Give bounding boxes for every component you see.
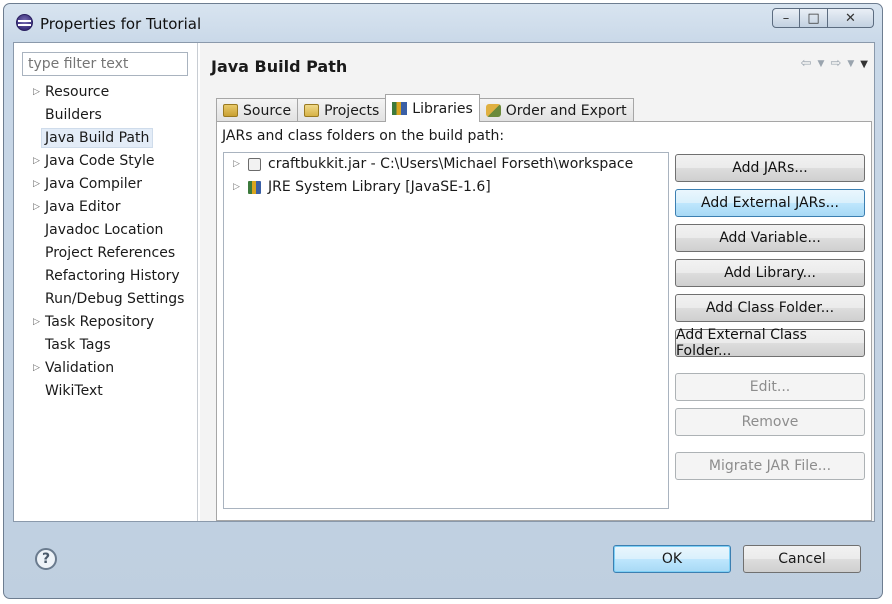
sidebar-item-task-repository[interactable]: ▷ Task Repository (14, 311, 198, 334)
libraries-tab-panel: JARs and class folders on the build path… (216, 121, 872, 521)
page-navigation: ⇦ ▼ ⇨ ▼ ▼ (801, 56, 868, 73)
page-area: Java Build Path ⇦ ▼ ⇨ ▼ ▼ Source Projects… (200, 43, 874, 521)
library-entry[interactable]: ▷ JRE System Library [JavaSE-1.6] (224, 176, 668, 199)
sidebar-item-javadoc-location[interactable]: Javadoc Location (14, 219, 198, 242)
sidebar-item-label: Task Repository (45, 314, 155, 330)
ok-button[interactable]: OK (613, 545, 731, 573)
sidebar-item-label: Refactoring History (45, 268, 180, 284)
forward-arrow-icon[interactable]: ⇨ (830, 56, 841, 73)
sidebar-item-label: Java Compiler (45, 176, 143, 192)
window-title: Properties for Tutorial (40, 15, 202, 33)
order-export-icon (485, 104, 501, 117)
expand-arrow-icon[interactable]: ▷ (33, 150, 40, 173)
sidebar-item-run-debug-settings[interactable]: Run/Debug Settings (14, 288, 198, 311)
tab-source[interactable]: Source (216, 98, 299, 122)
sidebar-item-label: Run/Debug Settings (45, 291, 185, 307)
page-title: Java Build Path (211, 57, 348, 76)
library-entry[interactable]: ▷ craftbukkit.jar - C:\Users\Michael Fors… (224, 153, 668, 176)
filter-input[interactable] (22, 52, 188, 76)
dialog-content: ▷ResourceBuildersJava Build Path▷Java Co… (13, 42, 875, 522)
tab-order-and-export[interactable]: Order and Export (478, 98, 634, 122)
tab-label: Libraries (412, 100, 473, 117)
cancel-button[interactable]: Cancel (743, 545, 861, 573)
title-bar[interactable]: Properties for Tutorial – □ ✕ (4, 4, 882, 42)
tab-libraries[interactable]: Libraries (385, 94, 480, 122)
window-controls: – □ ✕ (772, 8, 874, 28)
tab-label: Source (243, 102, 292, 119)
tab-label: Order and Export (505, 102, 627, 119)
sidebar-item-label: Project References (45, 245, 176, 261)
help-icon[interactable]: ? (35, 548, 57, 570)
sidebar-item-validation[interactable]: ▷ Validation (14, 357, 198, 380)
migrate-jar-file-button[interactable]: Migrate JAR File... (675, 452, 865, 480)
sidebar-item-java-build-path[interactable]: Java Build Path (14, 127, 198, 150)
expand-arrow-icon[interactable]: ▷ (33, 173, 40, 196)
sidebar-item-label: Resource (45, 84, 110, 100)
add-class-folder-button[interactable]: Add Class Folder... (675, 294, 865, 322)
libraries-icon (392, 102, 408, 115)
sidebar-item-java-code-style[interactable]: ▷ Java Code Style (14, 150, 198, 173)
property-pages-pane: ▷ResourceBuildersJava Build Path▷Java Co… (14, 43, 198, 521)
libraries-label: JARs and class folders on the build path… (222, 128, 505, 144)
sidebar-item-label: Javadoc Location (45, 222, 164, 238)
sidebar-item-label: Java Code Style (45, 153, 155, 169)
sidebar-item-label: Java Build Path (41, 128, 154, 148)
properties-dialog: Properties for Tutorial – □ ✕ ▷ Resource B… (3, 3, 883, 599)
projects-icon (304, 104, 320, 117)
sidebar-item-label: Builders (45, 107, 102, 123)
source-folder-icon (223, 104, 238, 117)
eclipse-icon (16, 14, 33, 31)
maximize-button[interactable]: □ (800, 8, 828, 28)
dialog-footer: ? OK Cancel (13, 523, 875, 599)
property-pages-tree: ▷ Resource Builders Java Build Path ▷ Java Co… (14, 81, 198, 403)
expand-arrow-icon[interactable]: ▷ (33, 311, 40, 334)
tab-label: Projects (324, 102, 380, 119)
view-menu-chevron-icon[interactable]: ▼ (860, 56, 868, 73)
close-button[interactable]: ✕ (828, 8, 874, 28)
expand-arrow-icon[interactable]: ▷ (33, 357, 40, 380)
sidebar-item-label: Java Editor (45, 199, 121, 215)
add-variable-button[interactable]: Add Variable... (675, 224, 865, 252)
back-menu-chevron-icon[interactable]: ▼ (818, 56, 825, 73)
sidebar-item-refactoring-history[interactable]: Refactoring History (14, 265, 198, 288)
add-jars-button[interactable]: Add JARs... (675, 154, 865, 182)
minimize-button[interactable]: – (772, 8, 800, 28)
library-icon (248, 181, 261, 194)
sidebar-item-project-references[interactable]: Project References (14, 242, 198, 265)
back-arrow-icon[interactable]: ⇦ (801, 56, 812, 73)
edit-button[interactable]: Edit... (675, 373, 865, 401)
sidebar-item-wikitext[interactable]: WikiText (14, 380, 198, 403)
build-path-tabs: Source Projects Libraries Order and Export (216, 94, 634, 122)
library-label: craftbukkit.jar - C:\Users\Michael Forse… (268, 156, 634, 172)
sidebar-item-java-compiler[interactable]: ▷ Java Compiler (14, 173, 198, 196)
forward-menu-chevron-icon[interactable]: ▼ (847, 56, 854, 73)
expand-arrow-icon[interactable]: ▷ (233, 176, 240, 199)
add-library-button[interactable]: Add Library... (675, 259, 865, 287)
tab-projects[interactable]: Projects (297, 98, 387, 122)
expand-arrow-icon[interactable]: ▷ (233, 153, 240, 176)
sidebar-item-label: WikiText (45, 383, 103, 399)
sidebar-item-label: Validation (45, 360, 115, 376)
libraries-tree[interactable]: ▷ craftbukkit.jar - C:\Users\Michael Fors… (223, 152, 669, 509)
add-external-jars-button[interactable]: Add External JARs... (675, 189, 865, 217)
sidebar-item-resource[interactable]: ▷ Resource (14, 81, 198, 104)
expand-arrow-icon[interactable]: ▷ (33, 196, 40, 219)
jar-icon (248, 158, 261, 171)
library-label: JRE System Library [JavaSE-1.6] (268, 179, 491, 195)
sidebar-item-label: Task Tags (45, 337, 111, 353)
sidebar-item-builders[interactable]: Builders (14, 104, 198, 127)
sidebar-item-java-editor[interactable]: ▷ Java Editor (14, 196, 198, 219)
sidebar-item-task-tags[interactable]: Task Tags (14, 334, 198, 357)
add-external-class-folder-button[interactable]: Add External Class Folder... (675, 327, 865, 359)
remove-button[interactable]: Remove (675, 408, 865, 436)
expand-arrow-icon[interactable]: ▷ (33, 81, 40, 104)
